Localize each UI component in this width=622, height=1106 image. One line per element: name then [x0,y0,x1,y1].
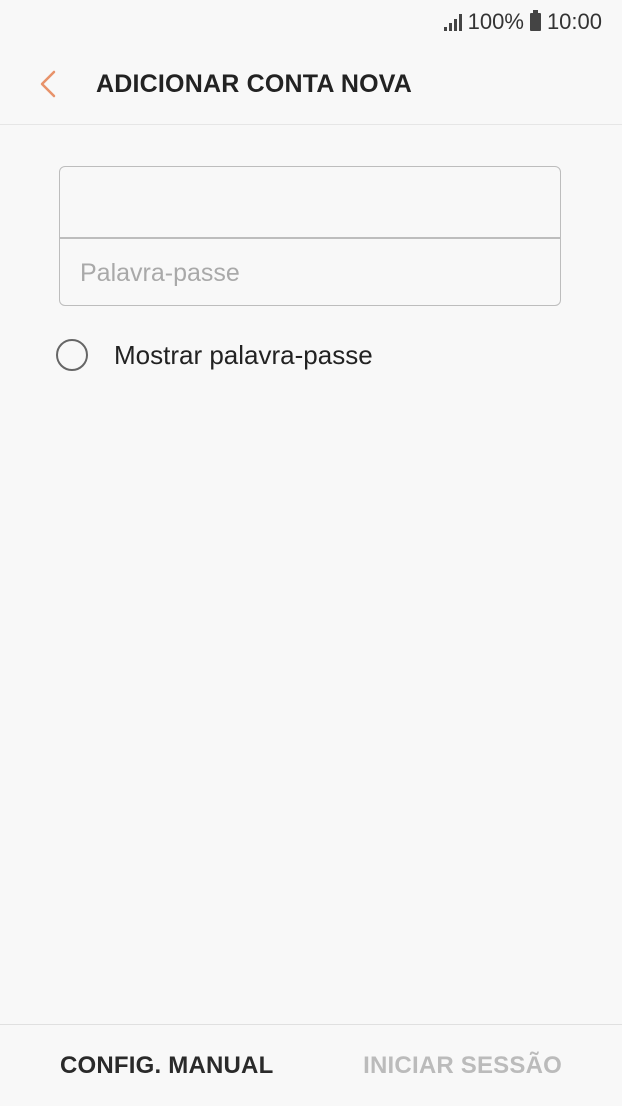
app-bar: ADICIONAR CONTA NOVA [0,44,622,125]
radio-unchecked-icon[interactable] [56,339,88,371]
battery-icon [529,10,541,31]
bottom-action-bar: CONFIG. MANUAL INICIAR SESSÃO [0,1024,622,1106]
sign-in-button[interactable]: INICIAR SESSÃO [363,1052,562,1080]
password-field[interactable] [60,238,560,309]
manual-setup-button[interactable]: CONFIG. MANUAL [60,1052,273,1080]
chevron-left-icon [40,70,56,98]
login-form [59,166,561,309]
show-password-label: Mostrar palavra-passe [114,339,373,370]
signal-bars-icon [443,13,462,31]
page-title: ADICIONAR CONTA NOVA [96,69,413,98]
email-field[interactable] [60,167,560,237]
back-button[interactable] [18,54,78,114]
clock: 10:00 [546,9,602,34]
battery-percent: 100% [467,9,524,34]
show-password-toggle[interactable]: Mostrar palavra-passe [56,339,373,371]
status-bar: 100% 10:00 [0,0,622,44]
